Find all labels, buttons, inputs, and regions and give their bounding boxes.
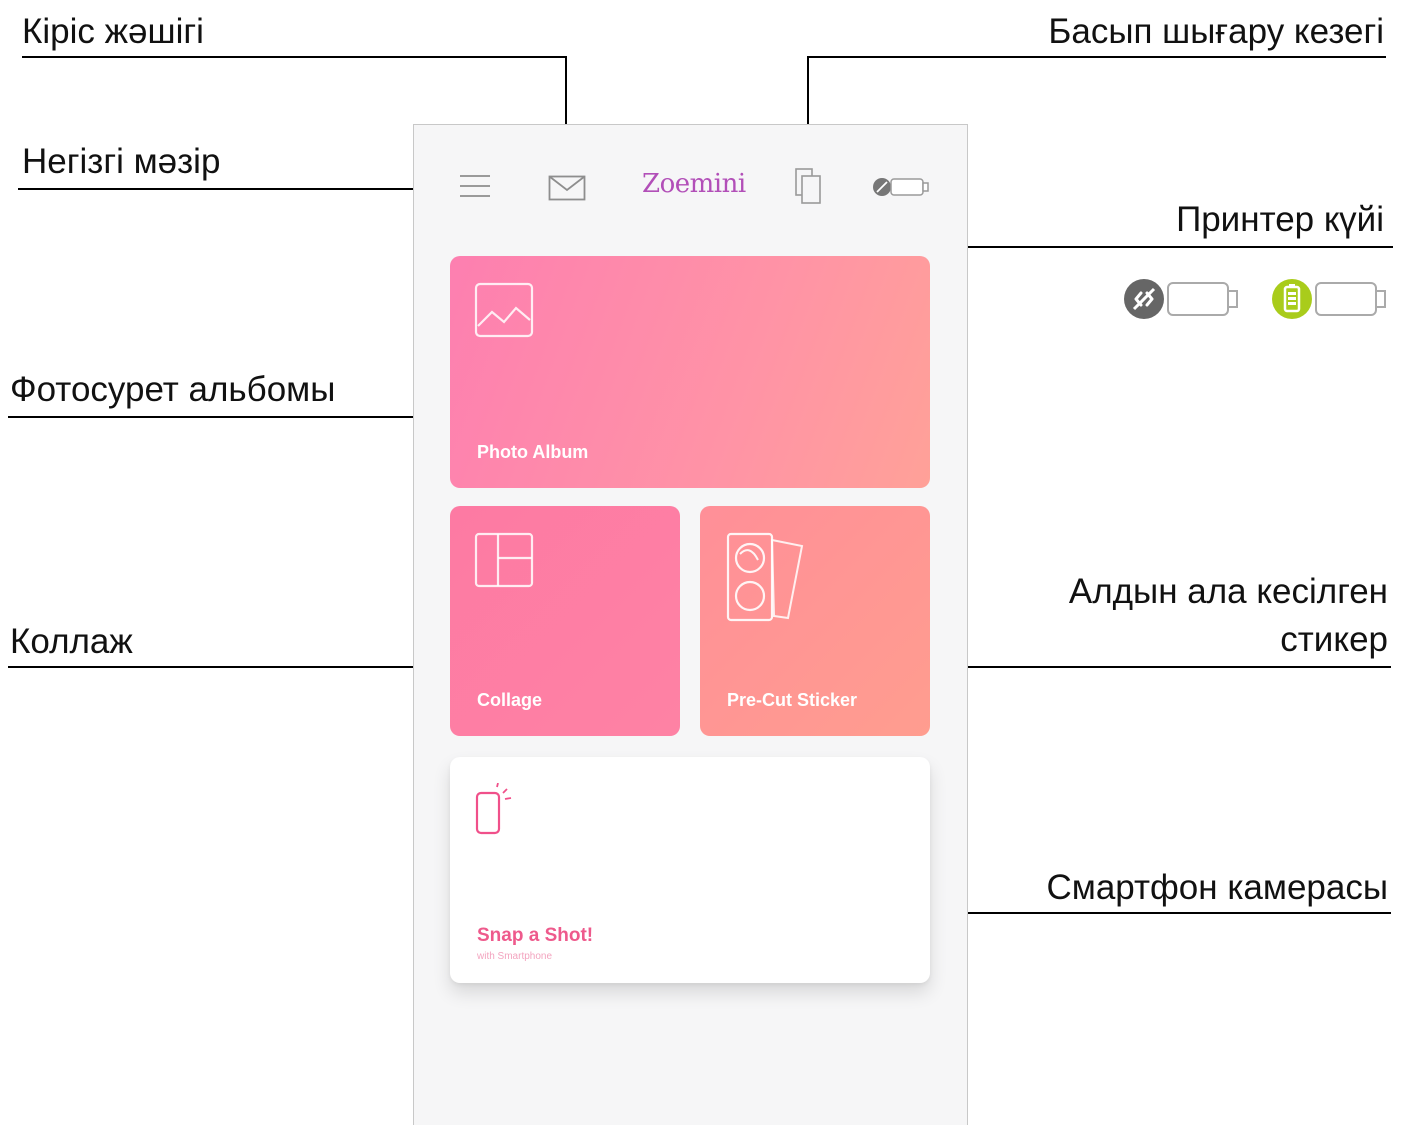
snap-a-shot-card[interactable]: Snap a Shot! with Smartphone	[450, 757, 930, 983]
main-menu-callout: Негізгі мәзір	[22, 142, 221, 181]
print-queue-icon	[795, 168, 821, 204]
collage-callout: Коллаж	[10, 622, 133, 661]
collage-card[interactable]: Collage	[450, 506, 680, 736]
precut-sticker-label: Pre-Cut Sticker	[727, 690, 858, 710]
battery-status-icon	[1272, 279, 1386, 319]
inbox-button[interactable]	[548, 175, 586, 206]
print-queue-button[interactable]	[794, 167, 824, 210]
printer-status-callout: Принтер күйі	[1176, 200, 1384, 239]
sticker-icon	[726, 532, 804, 622]
printer-status-button[interactable]	[872, 175, 932, 204]
snap-a-shot-subtitle: with Smartphone	[477, 951, 553, 962]
precut-callout-line2: стикер	[1280, 620, 1388, 659]
image-icon	[474, 282, 534, 338]
smartphone-icon	[475, 782, 512, 835]
mail-icon	[548, 175, 586, 201]
menu-button[interactable]	[458, 173, 492, 204]
disconnected-status-icon	[1124, 279, 1238, 319]
menu-icon	[460, 175, 490, 197]
smartphone-camera-callout: Смартфон камерасы	[1046, 868, 1388, 907]
collage-icon	[474, 532, 534, 588]
sticker-icon-wrap	[724, 532, 804, 629]
app-title: Zoemini	[642, 169, 746, 199]
disconnected-status-example	[1122, 275, 1242, 328]
photo-album-label: Photo Album	[477, 442, 589, 462]
photo-album-card[interactable]: Photo Album	[450, 256, 930, 488]
smartphone-icon-wrap	[474, 782, 514, 846]
printer-status-leader-h	[903, 246, 1393, 248]
phone-screen: Zoemini Photo Album Collage Pre-Cut Stic…	[413, 124, 968, 1125]
battery-status-example	[1270, 275, 1390, 328]
main-menu-leader	[18, 188, 450, 190]
photo-album-icon-wrap	[474, 282, 536, 345]
print-queue-leader-h	[808, 56, 1386, 58]
print-queue-callout: Басып шығару кезегі	[1048, 12, 1384, 51]
precut-sticker-card[interactable]: Pre-Cut Sticker	[700, 506, 930, 736]
inbox-callout: Кіріс жәшігі	[22, 12, 204, 51]
printer-status-icon	[873, 178, 929, 196]
snap-a-shot-title: Snap a Shot!	[477, 925, 594, 946]
collage-label: Collage	[477, 690, 543, 710]
inbox-leader-h	[22, 56, 567, 58]
photo-album-callout: Фотосурет альбомы	[10, 370, 336, 409]
precut-callout-line1: Алдын ала кесілген	[1068, 572, 1388, 611]
collage-icon-wrap	[474, 532, 536, 595]
